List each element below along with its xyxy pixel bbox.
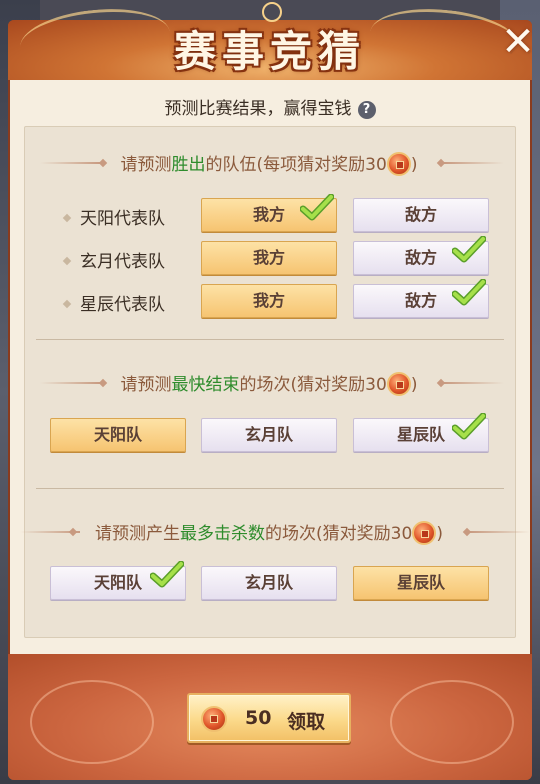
title-close: ) [436, 524, 443, 544]
team-label: 天阳代表队 [62, 204, 165, 229]
claim-amount: 50 [245, 707, 272, 729]
check-icon [300, 194, 334, 221]
section-fastest-title: 请预测最快结束的场次(猜对奖励30) [24, 372, 514, 396]
check-icon [452, 413, 486, 440]
team-name: 星辰代表队 [80, 295, 165, 315]
section-winner-title: 请预测胜出的队伍(每项猜对奖励30) [24, 152, 514, 176]
most-kills-option-button[interactable]: 星辰队 [353, 566, 489, 600]
claim-button[interactable]: 50 领取 [187, 693, 351, 743]
team-name: 天阳代表队 [80, 209, 165, 229]
diamond-icon [62, 256, 72, 266]
title-suffix: 的场次(猜对奖励30 [265, 524, 413, 544]
coin-icon [386, 152, 411, 176]
diamond-icon [62, 213, 72, 223]
section-divider [36, 339, 504, 340]
claim-label: 领取 [287, 711, 326, 733]
title-prefix: 请预测产生 [95, 524, 181, 544]
close-button[interactable]: ✕ [498, 22, 538, 62]
title-prefix: 请预测 [120, 375, 172, 395]
check-icon [150, 561, 184, 588]
pick-our-side-button[interactable]: 我方 [201, 241, 337, 275]
team-name: 玄月代表队 [80, 252, 165, 272]
diamond-icon [62, 299, 72, 309]
title-highlight: 胜出 [171, 155, 206, 175]
title-highlight: 最快结束 [171, 375, 240, 395]
check-icon [452, 236, 486, 263]
title-highlight: 最多击杀数 [180, 524, 266, 544]
team-label: 星辰代表队 [62, 290, 165, 315]
subtitle-text: 预测比赛结果，赢得宝钱 [164, 99, 352, 119]
dialog-title: 赛事竞猜 [173, 27, 366, 76]
coin-icon [412, 521, 437, 545]
title-suffix: 的场次(猜对奖励30 [239, 375, 387, 395]
most-kills-option-button[interactable]: 玄月队 [201, 566, 337, 600]
title-close: ) [410, 375, 418, 395]
coin-icon [386, 372, 411, 396]
coin-icon [201, 706, 227, 732]
team-label: 玄月代表队 [62, 247, 165, 272]
swirl-decoration [30, 680, 154, 764]
title-prefix: 请预测 [120, 155, 172, 175]
question-icon[interactable]: ? [357, 101, 376, 119]
fastest-option-button[interactable]: 玄月队 [201, 418, 337, 452]
section-most-kills-title: 请预测产生最多击杀数的场次(猜对奖励30) [24, 521, 514, 545]
check-icon [452, 279, 486, 306]
title-suffix: 的队伍(每项猜对奖励30 [205, 155, 387, 175]
fastest-option-button[interactable]: 天阳队 [50, 418, 186, 452]
swirl-decoration [390, 680, 514, 764]
section-divider [36, 488, 504, 489]
subtitle: 预测比赛结果，赢得宝钱? [0, 94, 540, 119]
pick-our-side-button[interactable]: 我方 [201, 284, 337, 318]
title-close: ) [410, 155, 418, 175]
pick-enemy-side-button[interactable]: 敌方 [353, 198, 489, 232]
